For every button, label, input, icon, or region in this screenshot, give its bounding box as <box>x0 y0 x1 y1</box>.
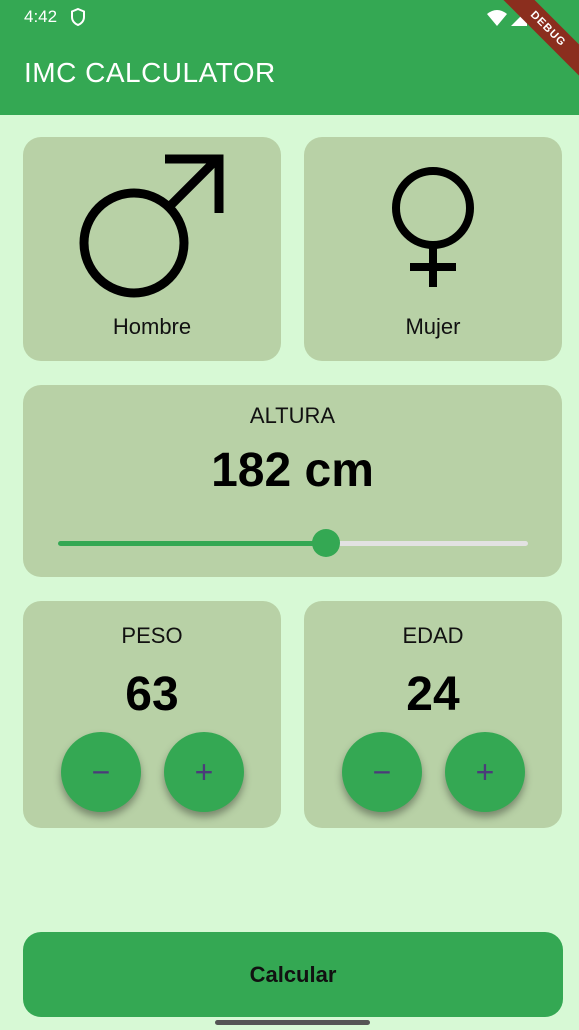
wifi-icon <box>487 10 507 26</box>
weight-value: 63 <box>125 668 179 721</box>
weight-card: PESO 63 − + <box>23 601 281 828</box>
calculate-button[interactable]: Calcular <box>23 932 563 1017</box>
height-slider[interactable] <box>58 529 528 557</box>
age-plus-button[interactable]: + <box>445 732 525 812</box>
age-minus-button[interactable]: − <box>342 732 422 812</box>
female-card[interactable]: Mujer <box>304 137 562 361</box>
app-bar: 4:42 IMC CALCULATOR <box>0 0 579 115</box>
status-bar: 4:42 <box>0 0 579 36</box>
app-title: IMC CALCULATOR <box>24 57 276 88</box>
female-icon <box>388 161 478 296</box>
weight-label: PESO <box>121 623 183 648</box>
height-card: ALTURA 182 cm <box>23 385 562 577</box>
height-slider-fill <box>58 541 326 546</box>
age-label: EDAD <box>402 623 464 648</box>
male-label: Hombre <box>112 314 192 339</box>
female-label: Mujer <box>405 314 461 339</box>
weight-plus-button[interactable]: + <box>164 732 244 812</box>
height-label: ALTURA <box>249 403 336 428</box>
height-slider-thumb[interactable] <box>311 529 340 557</box>
home-indicator[interactable] <box>215 1020 370 1025</box>
status-time: 4:42 <box>24 7 58 26</box>
male-card[interactable]: Hombre <box>23 137 281 361</box>
age-value: 24 <box>406 668 460 721</box>
male-icon <box>79 153 229 303</box>
weight-minus-button[interactable]: − <box>61 732 141 812</box>
height-value: 182 cm <box>211 444 374 497</box>
shield-icon <box>70 7 86 31</box>
age-card: EDAD 24 − + <box>304 601 562 828</box>
